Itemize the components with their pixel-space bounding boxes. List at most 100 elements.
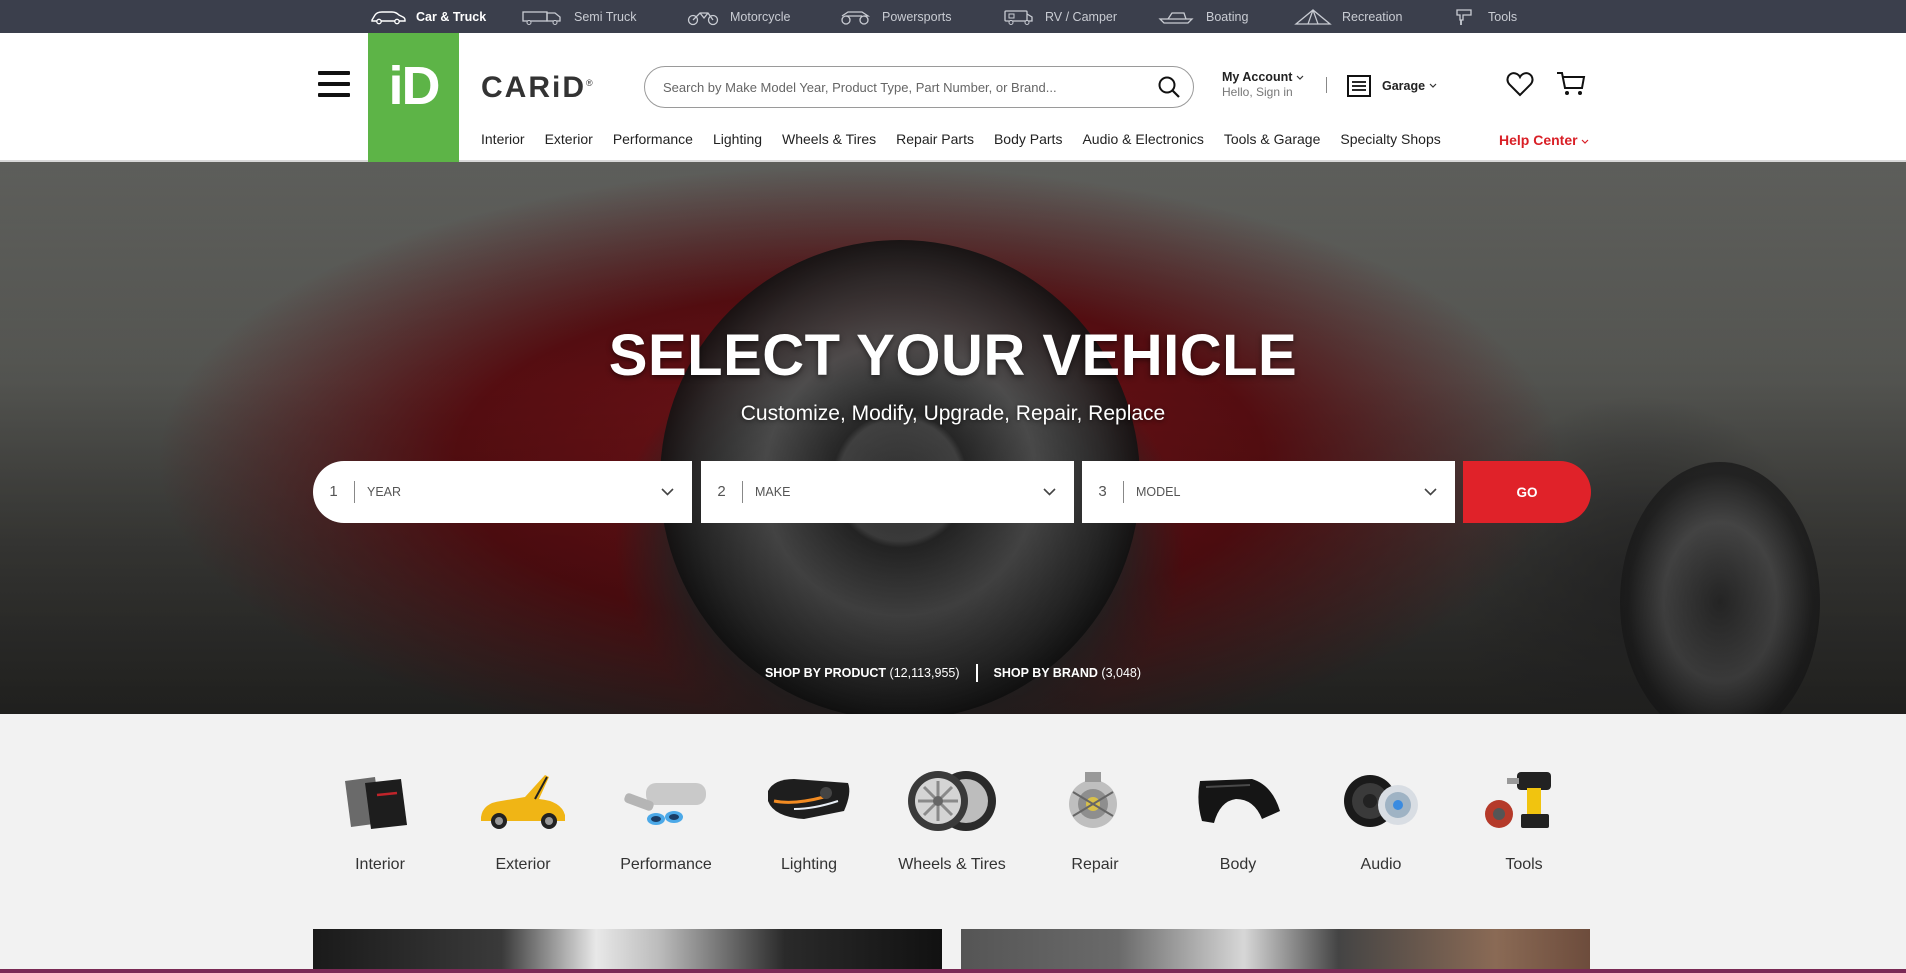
chevron-down-icon [661,488,674,496]
brand-wordmark[interactable]: CARiD® [481,71,595,105]
speaker-image [1331,764,1431,838]
help-center-label: Help Center [1499,132,1578,148]
go-button[interactable]: GO [1463,461,1591,523]
power-tools-image [1474,764,1574,838]
account-menu[interactable]: My Account Hello, Sign in [1222,70,1304,100]
cart-icon[interactable] [1556,71,1586,97]
make-select-label: MAKE [755,485,791,499]
tile-exterior[interactable]: Exterior [463,764,583,874]
vehicle-type-car-truck[interactable]: Car & Truck [370,0,486,33]
shop-by-product-link[interactable]: SHOP BY PRODUCT (12,113,955) [765,666,960,680]
model-select[interactable]: 3 MODEL [1082,461,1455,523]
garage-icon [1347,75,1371,97]
exterior-car-image [473,764,573,838]
vehicle-type-powersports[interactable]: Powersports [838,0,951,33]
tile-tools[interactable]: Tools [1464,764,1584,874]
nav-audio-electronics[interactable]: Audio & Electronics [1082,131,1203,151]
promo-banner[interactable] [961,929,1590,973]
vehicle-type-rv-camper[interactable]: RV / Camper [1003,0,1117,33]
year-select[interactable]: 1 YEAR [313,461,692,523]
chevron-down-icon [1296,75,1304,80]
account-label: My Account [1222,70,1293,84]
nav-tools-garage[interactable]: Tools & Garage [1224,131,1321,151]
tile-label: Tools [1505,856,1543,873]
nav-interior[interactable]: Interior [481,131,525,151]
brand-count: (3,048) [1101,666,1142,680]
tile-label: Body [1219,856,1257,873]
vehicle-type-label: Tools [1488,9,1518,24]
tile-label: Wheels & Tires [898,856,1006,873]
tile-performance[interactable]: Performance [606,764,726,874]
page-bottom-edge [0,969,1906,973]
tile-body[interactable]: Body [1178,764,1298,874]
promo-banner[interactable] [313,929,942,973]
tile-audio[interactable]: Audio [1321,764,1441,874]
nav-body-parts[interactable]: Body Parts [994,131,1062,151]
nav-repair-parts[interactable]: Repair Parts [896,131,974,151]
shop-by-brand-link[interactable]: SHOP BY BRAND (3,048) [994,666,1142,680]
site-header: iD CARiD® My Account Hello, Sign in Gara… [0,33,1906,166]
brand-name: CARiD [481,71,586,104]
logo[interactable]: iD [368,33,459,166]
account-subtitle: Hello, Sign in [1222,85,1293,99]
boat-icon [1158,11,1194,24]
headlight-image [759,764,859,838]
tile-label: Performance [620,856,712,873]
vehicle-type-tools[interactable]: Tools [1454,0,1517,33]
hero-headline: SELECT YOUR VEHICLE [608,323,1298,388]
vehicle-type-boating[interactable]: Boating [1158,0,1248,33]
motorcycle-icon [687,11,719,25]
help-center-link[interactable]: Help Center [1499,132,1589,148]
chevron-down-icon [1043,488,1056,496]
divider [1326,77,1327,93]
tent-icon [1294,8,1332,25]
heart-icon[interactable] [1506,71,1534,97]
nav-specialty-shops[interactable]: Specialty Shops [1340,131,1440,151]
vehicle-type-label: Semi Truck [574,9,637,24]
vehicle-type-motorcycle[interactable]: Motorcycle [686,0,790,33]
chevron-down-icon [1429,83,1437,88]
garage-label: Garage [1382,79,1426,93]
vehicle-type-bar: Car & Truck Semi Truck Motorcycle Powers… [0,0,1906,33]
vehicle-type-label: Recreation [1342,9,1403,24]
chevron-down-icon [1424,488,1437,496]
search-input[interactable] [663,67,1133,107]
divider [975,664,978,682]
make-select[interactable]: 2 MAKE [701,461,1074,523]
logo-mark: iD [388,56,441,116]
step-number: 3 [1082,481,1124,503]
hero-subheadline: Customize, Modify, Upgrade, Repair, Repl… [740,402,1166,425]
tile-label: Interior [355,856,405,873]
car-icon [371,10,406,24]
garage-menu[interactable]: Garage [1346,74,1437,98]
tile-label: Audio [1360,856,1402,873]
tile-wheels-tires[interactable]: Wheels & Tires [892,764,1012,874]
vehicle-type-label: Car & Truck [416,9,487,24]
nav-wheels-tires[interactable]: Wheels & Tires [782,131,876,151]
floor-mats-image [330,764,430,838]
search-icon[interactable] [1157,75,1181,99]
menu-icon[interactable] [318,71,350,97]
hero-banner: SELECT YOUR VEHICLE Customize, Modify, U… [0,162,1906,714]
nav-lighting[interactable]: Lighting [713,131,762,151]
step-number: 2 [701,481,743,503]
search-box [644,66,1194,108]
shop-by-brand-label: SHOP BY BRAND [993,666,1098,680]
nav-exterior[interactable]: Exterior [545,131,593,151]
nav-performance[interactable]: Performance [613,131,693,151]
vehicle-type-recreation[interactable]: Recreation [1294,0,1402,33]
alternator-image [1045,764,1145,838]
vehicle-type-label: Powersports [882,9,952,24]
chevron-down-icon [1582,139,1589,144]
shop-by-links: SHOP BY PRODUCT (12,113,955) SHOP BY BRA… [0,664,1906,682]
year-select-label: YEAR [367,485,402,499]
step-number: 1 [313,481,355,503]
product-count: (12,113,955) [889,666,960,680]
wheels-image [902,764,1002,838]
registered-mark: ® [586,78,595,88]
exhaust-image [616,764,716,838]
tile-lighting[interactable]: Lighting [749,764,869,874]
vehicle-type-semi-truck[interactable]: Semi Truck [522,0,637,33]
tile-interior[interactable]: Interior [320,764,440,874]
tile-repair[interactable]: Repair [1035,764,1155,874]
